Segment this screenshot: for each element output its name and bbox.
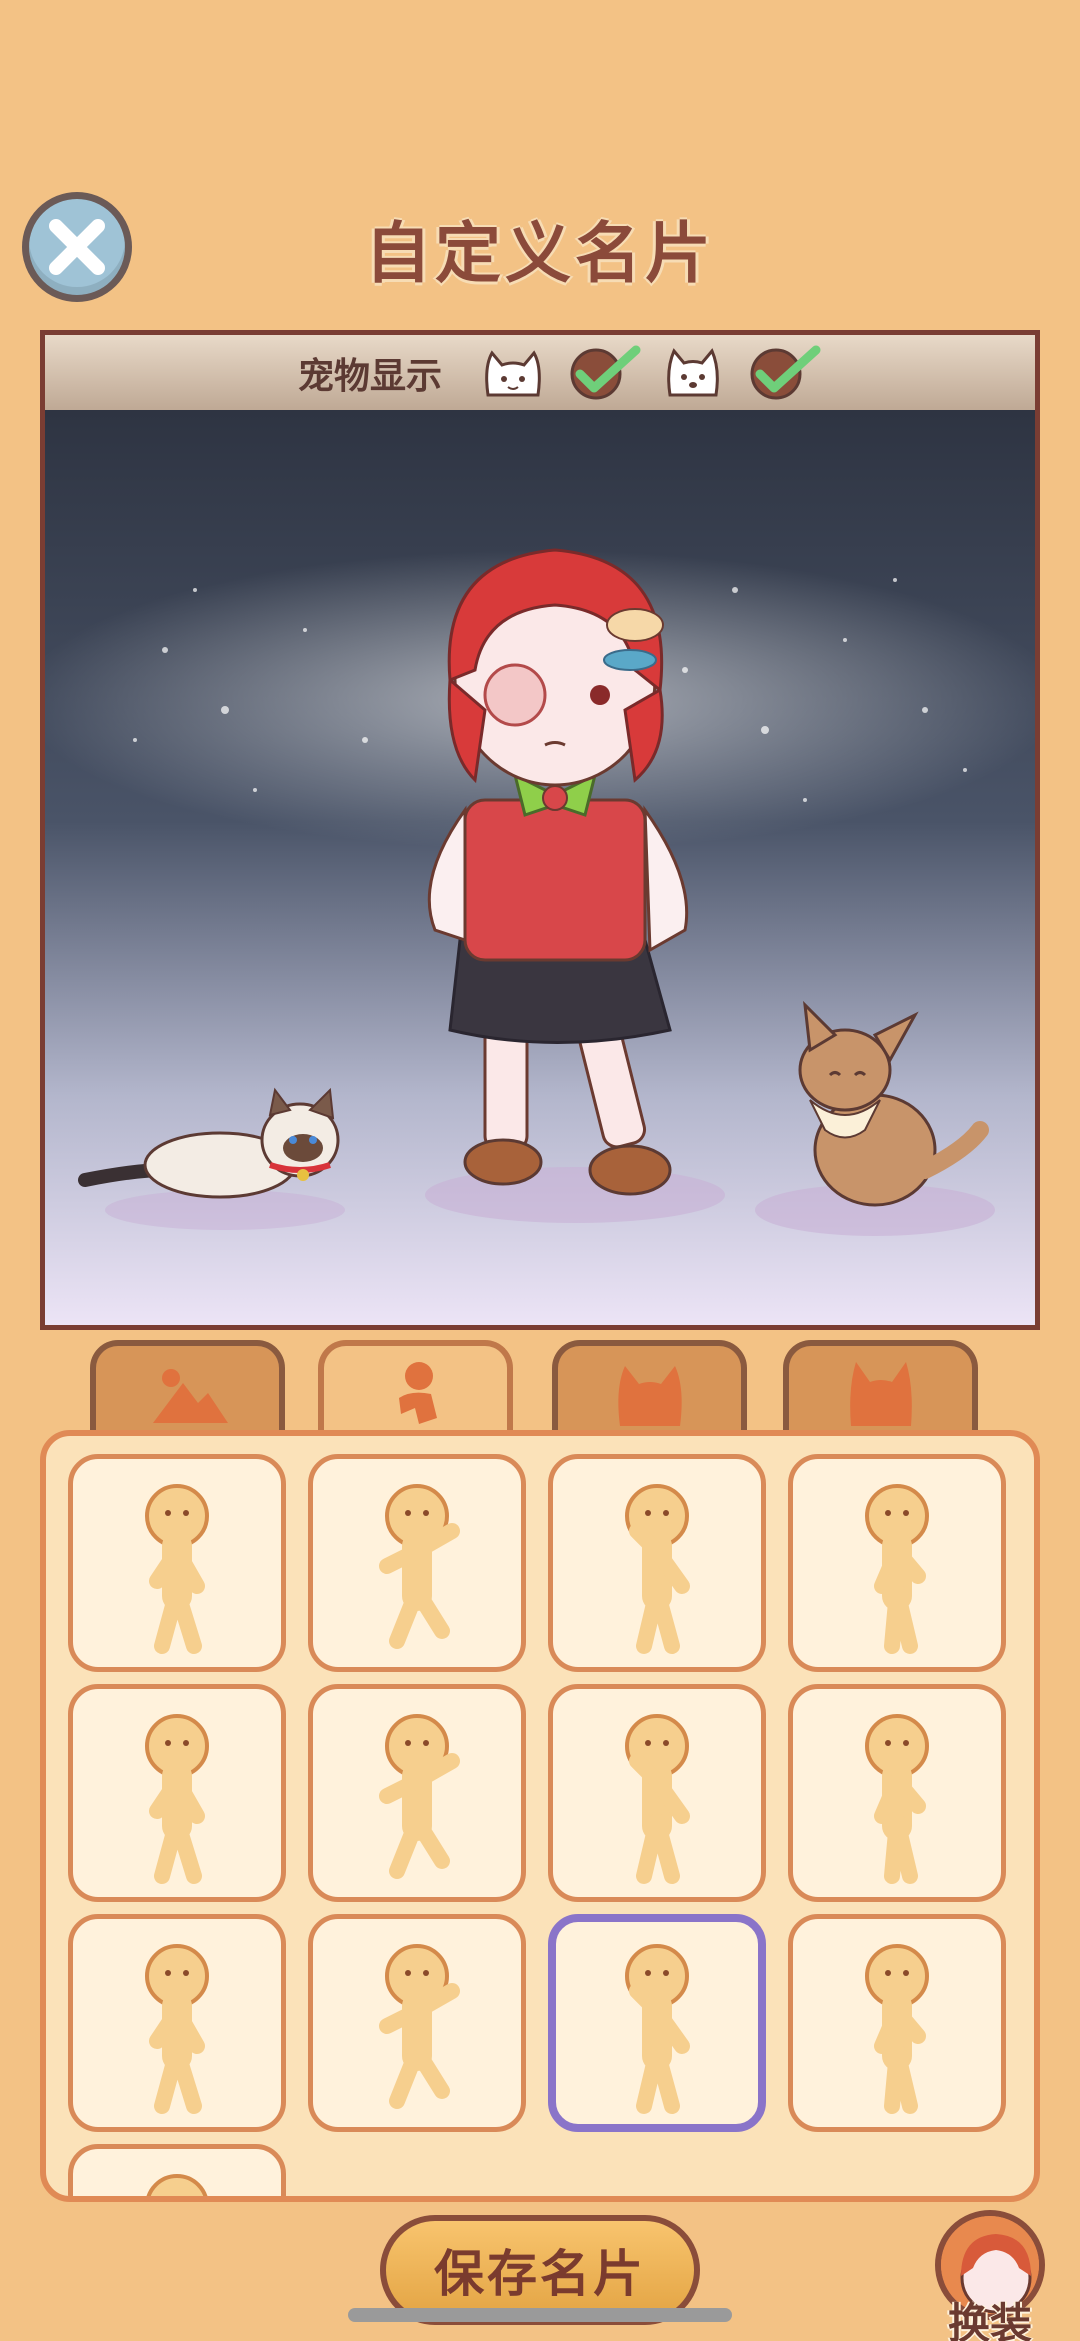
character-scene — [45, 410, 1035, 1325]
pose-option[interactable] — [788, 1454, 1006, 1672]
dog-pet-icon — [849, 1362, 912, 1426]
pose-figure-icon — [145, 1483, 209, 1654]
pose-figure-icon — [865, 1713, 929, 1884]
tab-cat-pet[interactable] — [552, 1340, 747, 1440]
pose-option[interactable] — [548, 1454, 766, 1672]
pet-display-label: 宠物显示 — [297, 355, 442, 397]
pose-icon — [398, 1362, 437, 1424]
card-preview: 宠物显示 — [40, 330, 1040, 1330]
pose-figure-icon — [625, 1713, 690, 1884]
pose-option[interactable] — [68, 1914, 286, 2132]
pose-figure-icon — [146, 2173, 208, 2196]
cat-face-icon — [485, 350, 541, 397]
pose-option[interactable] — [788, 1684, 1006, 1902]
pet-dog-checkbox[interactable] — [744, 344, 822, 402]
pose-option[interactable] — [548, 1684, 766, 1902]
pose-option[interactable] — [548, 1914, 766, 2132]
pose-figure-icon — [625, 1943, 690, 2114]
pose-figure-icon — [379, 1713, 460, 1879]
home-indicator[interactable] — [348, 2308, 732, 2322]
tab-pose[interactable] — [318, 1340, 513, 1440]
dog-face-icon — [667, 348, 719, 397]
pose-option[interactable] — [68, 1684, 286, 1902]
pose-figure-icon — [865, 1943, 929, 2114]
pet-display-bar: 宠物显示 — [45, 335, 1035, 410]
tab-background[interactable] — [90, 1340, 285, 1440]
pose-option[interactable] — [308, 1454, 526, 1672]
pose-figure-icon — [379, 1943, 460, 2109]
pose-option[interactable] — [308, 1684, 526, 1902]
pose-option[interactable] — [308, 1914, 526, 2132]
pose-figure-icon — [865, 1483, 929, 1654]
dressup-label: 换装 — [947, 2299, 1032, 2341]
pose-option[interactable] — [68, 1454, 286, 1672]
pose-figure-icon — [625, 1483, 690, 1654]
category-tabs — [0, 1340, 1080, 1440]
pet-cat-checkbox[interactable] — [564, 344, 642, 402]
cat-pet-icon — [617, 1366, 682, 1426]
pose-figure-icon — [379, 1483, 460, 1649]
pose-option[interactable] — [788, 1914, 1006, 2132]
pose-figure-icon — [145, 1713, 209, 1884]
background-icon — [152, 1369, 228, 1423]
pose-option[interactable] — [68, 2144, 286, 2196]
pose-grid — [40, 1430, 1040, 2202]
page-title: 自定义名片 — [365, 215, 715, 292]
pose-figure-icon — [145, 1943, 209, 2114]
tab-dog-pet[interactable] — [783, 1340, 978, 1440]
